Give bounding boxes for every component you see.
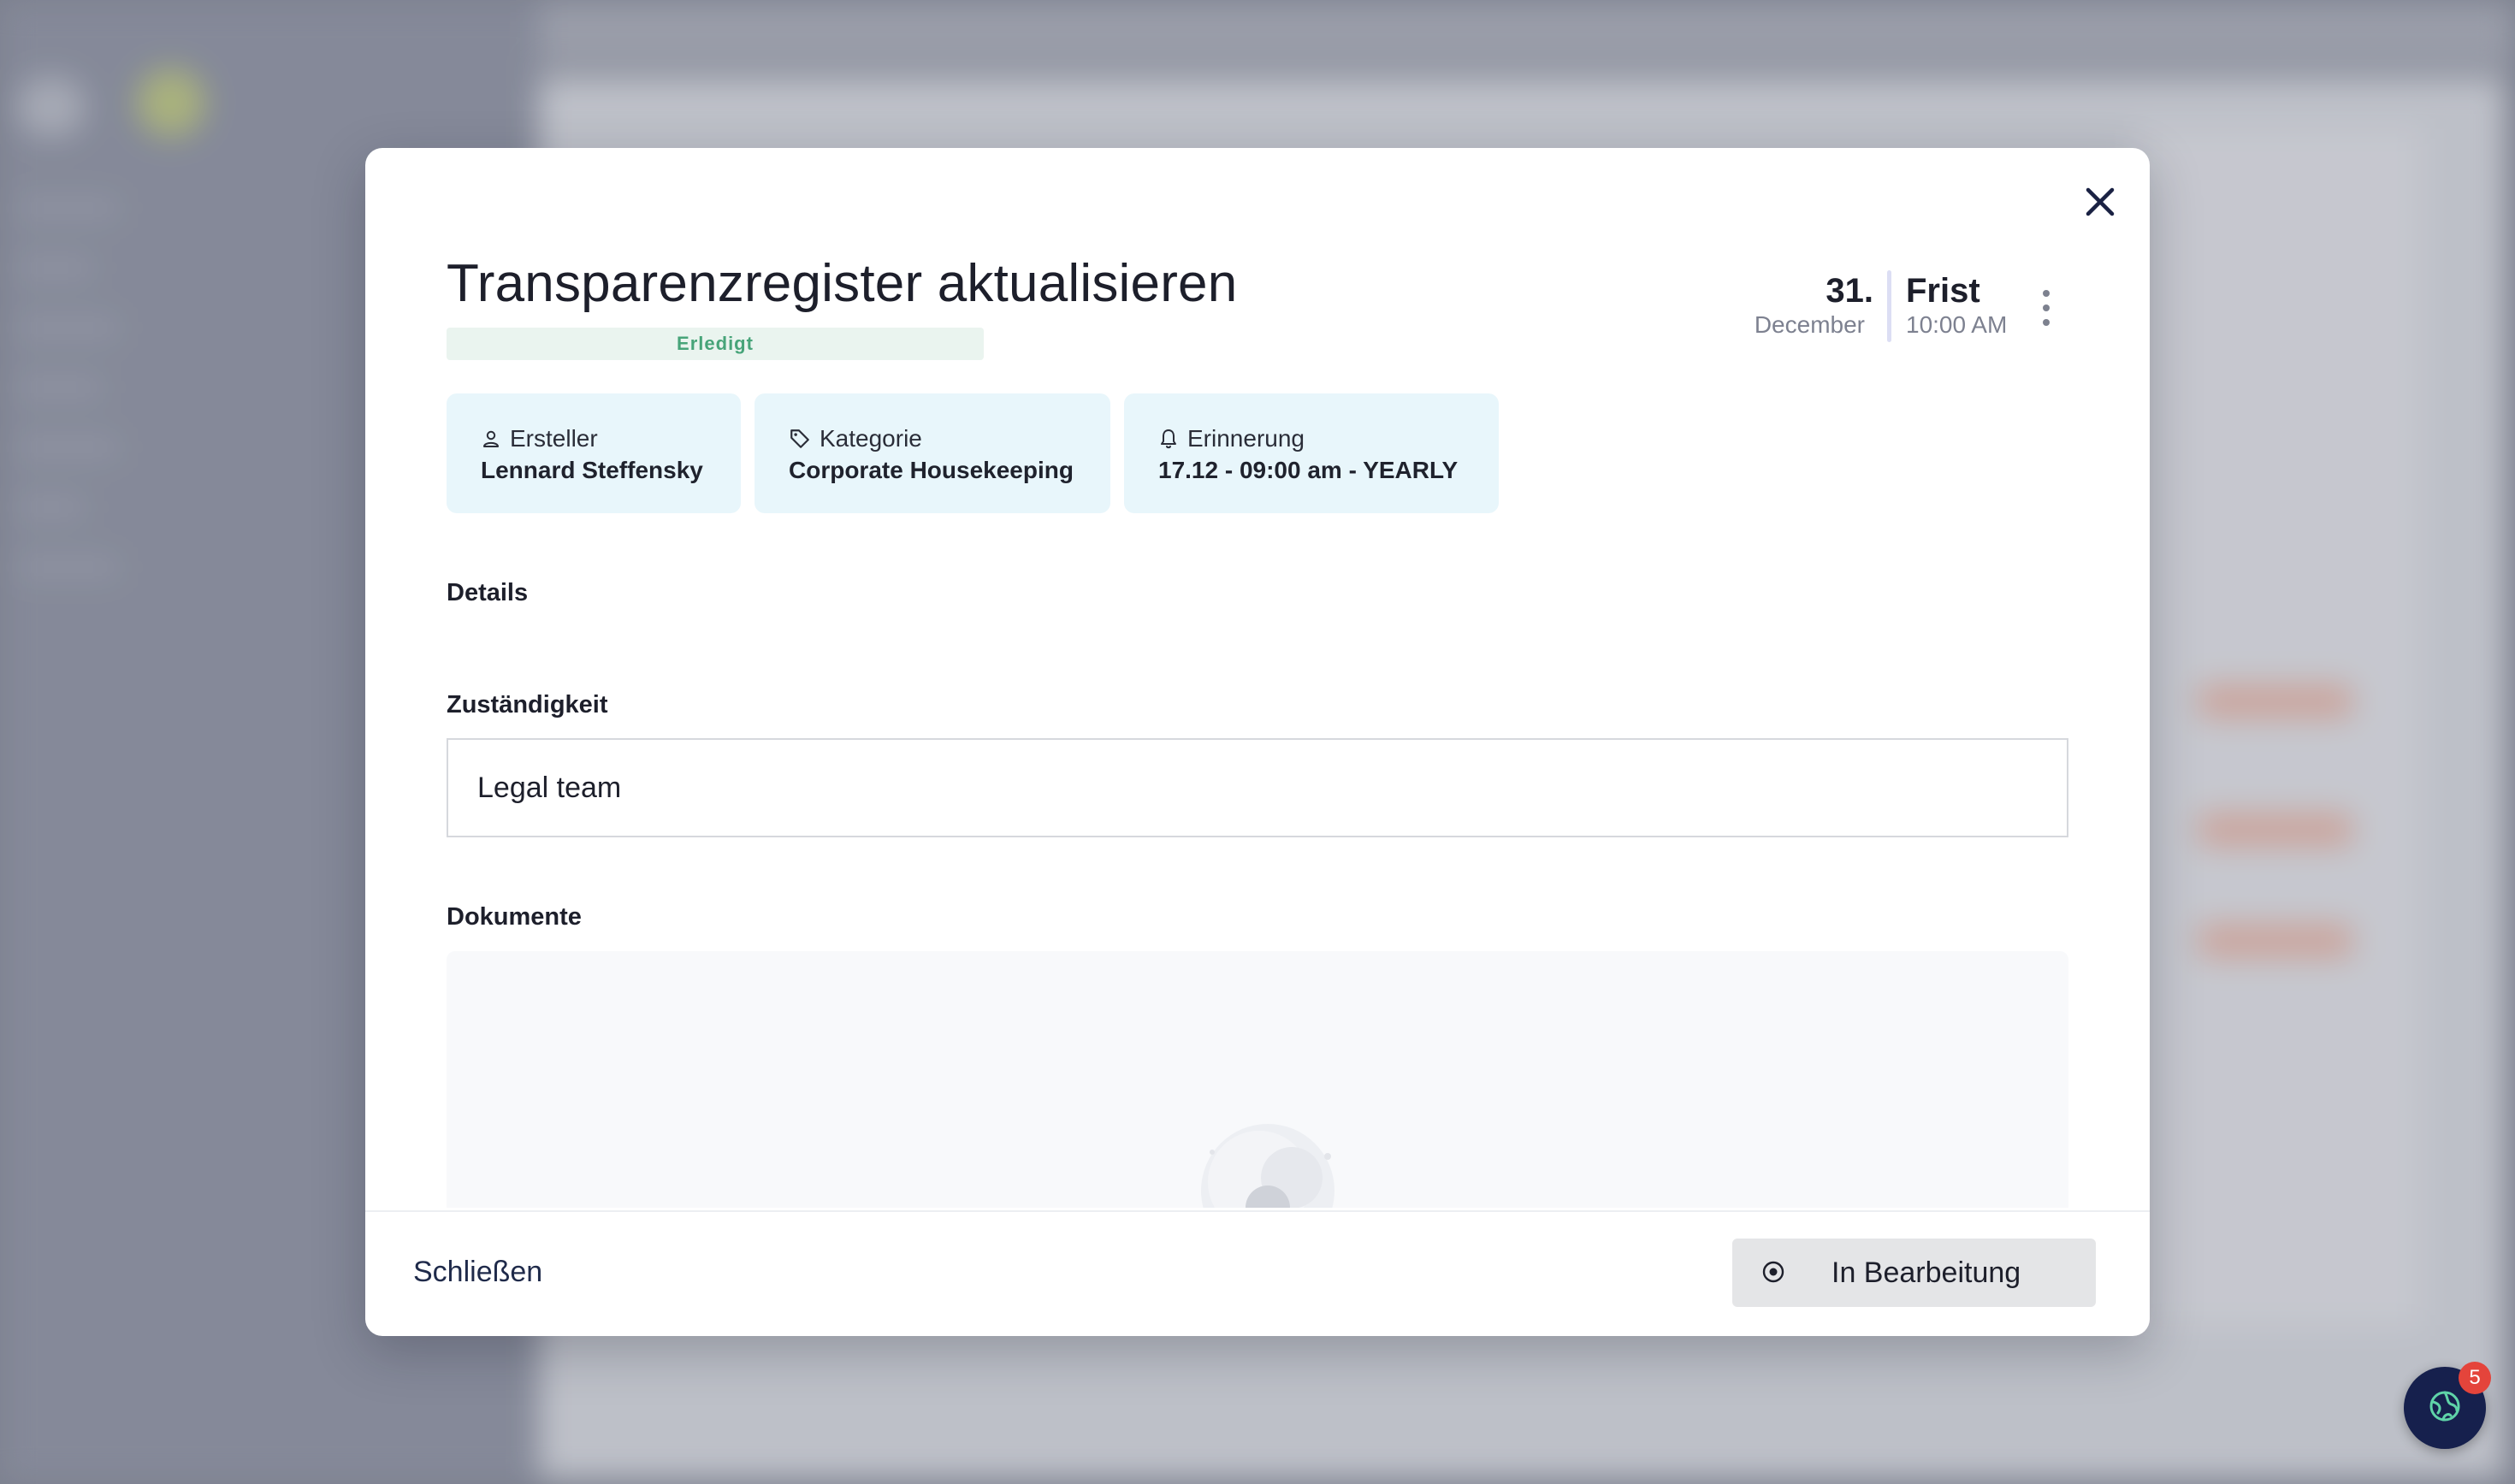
category-value: Corporate Housekeeping — [789, 457, 1074, 483]
in-progress-label: In Bearbeitung — [1832, 1256, 2021, 1289]
responsibility-heading: Zuständigkeit — [447, 691, 608, 718]
bell-icon — [1158, 428, 1179, 450]
empty-documents-illustration — [1182, 1114, 1353, 1208]
creator-value: Lennard Steffensky — [481, 457, 703, 483]
globe-icon — [2426, 1387, 2464, 1429]
notification-badge: 5 — [2459, 1362, 2491, 1394]
category-card: Kategorie Corporate Housekeeping — [754, 393, 1110, 513]
task-title: Transparenzregister aktualisieren — [447, 254, 1238, 313]
deadline-time: 10:00 AM — [1906, 311, 2008, 338]
more-options-icon[interactable] — [2033, 282, 2060, 334]
deadline-divider — [1887, 270, 1891, 342]
documents-dropzone[interactable] — [447, 951, 2068, 1208]
user-icon — [481, 429, 501, 449]
deadline-day: 31. — [1826, 272, 1873, 310]
radio-dot-icon — [1761, 1260, 1785, 1286]
in-progress-button[interactable]: In Bearbeitung — [1732, 1239, 2096, 1307]
close-button[interactable]: Schließen — [413, 1256, 542, 1289]
reminder-value: 17.12 - 09:00 am - YEARLY — [1158, 457, 1459, 483]
details-heading: Details — [447, 579, 529, 606]
status-badge: Erledigt — [447, 328, 984, 360]
creator-card: Ersteller Lennard Steffensky — [447, 393, 741, 513]
responsibility-field[interactable]: Legal team — [447, 738, 2068, 837]
category-label: Kategorie — [820, 425, 922, 452]
documents-heading: Dokumente — [447, 903, 582, 931]
close-icon[interactable] — [2074, 175, 2127, 228]
reminder-label: Erinnerung — [1187, 425, 1305, 452]
creator-label: Ersteller — [510, 425, 598, 452]
deadline-month: December — [1754, 311, 1865, 338]
deadline-label: Frist — [1906, 272, 1980, 310]
tag-icon — [789, 428, 811, 450]
reminder-card: Erinnerung 17.12 - 09:00 am - YEARLY — [1124, 393, 1499, 513]
